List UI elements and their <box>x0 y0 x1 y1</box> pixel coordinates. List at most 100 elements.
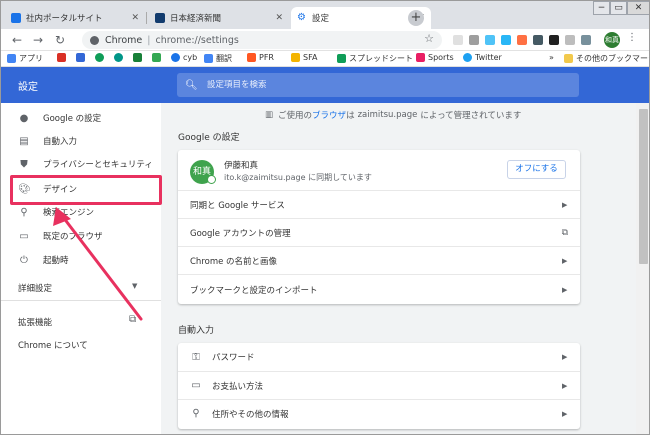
row-label: パスワード <box>212 353 255 363</box>
chevron-down-icon[interactable]: ▼ <box>132 282 137 290</box>
managed-browser-link[interactable]: ブラウザ <box>312 109 346 121</box>
bookmark-item[interactable] <box>152 53 164 62</box>
extension-icon[interactable] <box>453 35 463 45</box>
sync-off-button[interactable]: オフにする <box>507 160 566 179</box>
bookmark-spreadsheet[interactable]: スプレッドシート <box>337 53 413 64</box>
row-chrome-name-picture[interactable]: Chrome の名前と画像 ▶ <box>178 246 580 274</box>
menu-kebab-icon[interactable]: ⋮ <box>627 32 637 43</box>
sidebar-item-default-browser[interactable]: ▭ 既定のブラウザ <box>1 225 161 247</box>
bookmark-translate[interactable]: 翻訳 <box>204 53 232 64</box>
sidebar-divider <box>1 300 161 301</box>
row-import-bookmarks[interactable]: ブックマークと設定のインポート ▶ <box>178 274 580 304</box>
row-label: お支払い方法 <box>212 381 264 392</box>
sidebar-item-label: プライバシーとセキュリティ <box>43 160 153 170</box>
address-bar[interactable]: Chrome | chrome://settings ☆ <box>82 31 442 49</box>
bookmark-item[interactable] <box>76 53 88 62</box>
sidebar-about-chrome[interactable]: Chrome について <box>18 339 88 351</box>
extension-icon[interactable] <box>565 35 575 45</box>
bookmark-item[interactable] <box>114 53 126 62</box>
forward-icon[interactable]: → <box>29 31 47 49</box>
search-icon: 🔍︎ <box>185 79 198 91</box>
cyb-icon <box>171 53 180 62</box>
bookmark-apps[interactable]: アプリ <box>7 53 43 64</box>
code-extension-icon[interactable] <box>549 35 559 45</box>
back-icon[interactable]: ← <box>8 31 26 49</box>
sidebar-advanced[interactable]: 詳細設定 <box>18 282 52 294</box>
bookmark-star-icon[interactable]: ☆ <box>424 32 434 45</box>
google-settings-card: 和真 伊藤和真 ito.k@zaimitsu.page に同期しています オフに… <box>178 150 580 304</box>
extension-icon[interactable] <box>469 35 479 45</box>
translate-icon <box>204 54 213 63</box>
close-icon[interactable]: ✕ <box>275 13 283 23</box>
sidebar-item-autofill[interactable]: ▤ 自動入力 <box>1 130 161 152</box>
bookmark-gmail[interactable] <box>57 53 69 62</box>
row-label: Chrome の名前と画像 <box>190 256 278 267</box>
sheet-icon <box>152 53 161 62</box>
sports-icon <box>416 53 425 62</box>
new-tab-button[interactable]: + <box>408 10 424 26</box>
settings-sidebar: ● Google の設定 ▤ 自動入力 ⛊ プライバシーとセキュリティ 🎨︎ デ… <box>1 103 161 434</box>
row-label: 住所やその他の情報 <box>212 409 289 420</box>
url-separator: | <box>147 34 151 46</box>
minimize-button[interactable]: − <box>593 1 610 15</box>
browser-window: 社内ポータルサイト ✕ 日本経済新聞 ✕ ⚙ 設定 ✕ + − ▭ ✕ ← → … <box>0 0 650 435</box>
bookmarks-overflow-button[interactable]: » <box>549 53 554 62</box>
pfr-icon <box>247 53 256 62</box>
chrome-label: Chrome <box>105 34 143 46</box>
managed-prefix: ご使用の <box>278 111 313 121</box>
close-window-button[interactable]: ✕ <box>627 1 649 15</box>
teal-icon <box>114 53 123 62</box>
external-link-icon[interactable]: ⧉ <box>129 314 136 325</box>
bookmark-item[interactable] <box>95 53 107 62</box>
bookmark-label: その他のブックマーク <box>576 54 650 63</box>
settings-search[interactable]: 🔍︎ <box>177 73 579 97</box>
profile-avatar[interactable]: 和真 <box>604 32 620 48</box>
sidebar-extensions[interactable]: 拡張機能 <box>18 316 52 328</box>
bookmark-cyb[interactable]: cyb <box>171 53 197 62</box>
tab-nikkei[interactable]: 日本経済新聞 ✕ <box>149 7 289 29</box>
bookmark-twitter[interactable]: Twitter <box>463 53 502 62</box>
green-circle-icon <box>95 53 104 62</box>
profile-sync-status: ito.k@zaimitsu.page に同期しています <box>224 173 372 182</box>
extension-icon[interactable] <box>501 35 511 45</box>
extension-icon[interactable] <box>517 35 527 45</box>
scrollbar[interactable] <box>636 103 649 434</box>
search-icon: ⚲ <box>20 206 28 218</box>
sidebar-item-google[interactable]: ● Google の設定 <box>1 107 161 129</box>
row-addresses[interactable]: ⚲ 住所やその他の情報 ▶ <box>178 399 580 427</box>
maximize-button[interactable]: ▭ <box>610 1 627 15</box>
nikkei-favicon-icon <box>155 13 165 23</box>
extension-icon[interactable] <box>485 35 495 45</box>
reload-icon[interactable]: ↻ <box>51 31 69 49</box>
bookmark-pfr[interactable]: PFR <box>247 53 274 62</box>
bookmark-label: Twitter <box>475 53 502 62</box>
apps-grid-icon <box>7 54 16 63</box>
search-input[interactable] <box>207 80 579 90</box>
extension-icon[interactable] <box>581 35 591 45</box>
chevron-right-icon: ▶ <box>562 409 568 418</box>
row-sync-google-services[interactable]: 同期と Google サービス ▶ <box>178 190 580 218</box>
tab-portal[interactable]: 社内ポータルサイト ✕ <box>5 7 145 29</box>
chevron-right-icon: ▶ <box>562 200 568 209</box>
row-payment-methods[interactable]: ▭ お支払い方法 ▶ <box>178 371 580 399</box>
credit-card-icon: ▭ <box>191 380 201 391</box>
bookmark-label: Sports <box>428 53 454 62</box>
bookmark-other-folder[interactable]: その他のブックマーク <box>564 53 650 64</box>
profile-name: 伊藤和真 <box>224 161 259 171</box>
row-passwords[interactable]: ⚿ パスワード ▶ <box>178 343 580 371</box>
managed-notice: ▥ ご使用の ブラウザ は zaimitsu.page によって管理されています <box>265 109 521 121</box>
scrollbar-thumb[interactable] <box>639 109 648 264</box>
sidebar-item-label: 起動時 <box>43 256 69 266</box>
bookmark-sfa[interactable]: SFA <box>291 53 317 62</box>
tab-label: 日本経済新聞 <box>170 14 222 24</box>
extension-icon[interactable] <box>533 35 543 45</box>
sidebar-item-privacy[interactable]: ⛊ プライバシーとセキュリティ <box>1 153 161 175</box>
close-icon[interactable]: ✕ <box>131 13 139 23</box>
row-label: ブックマークと設定のインポート <box>190 285 318 296</box>
bookmark-item[interactable] <box>133 53 145 62</box>
settings-gear-favicon-icon: ⚙ <box>297 12 306 23</box>
managed-suffix: によって管理されています <box>420 111 522 121</box>
bookmark-sports[interactable]: Sports <box>416 53 454 62</box>
row-manage-google-account[interactable]: Google アカウントの管理 ⧉ <box>178 218 580 246</box>
sidebar-item-on-startup[interactable]: ⏻ 起動時 <box>1 249 161 271</box>
